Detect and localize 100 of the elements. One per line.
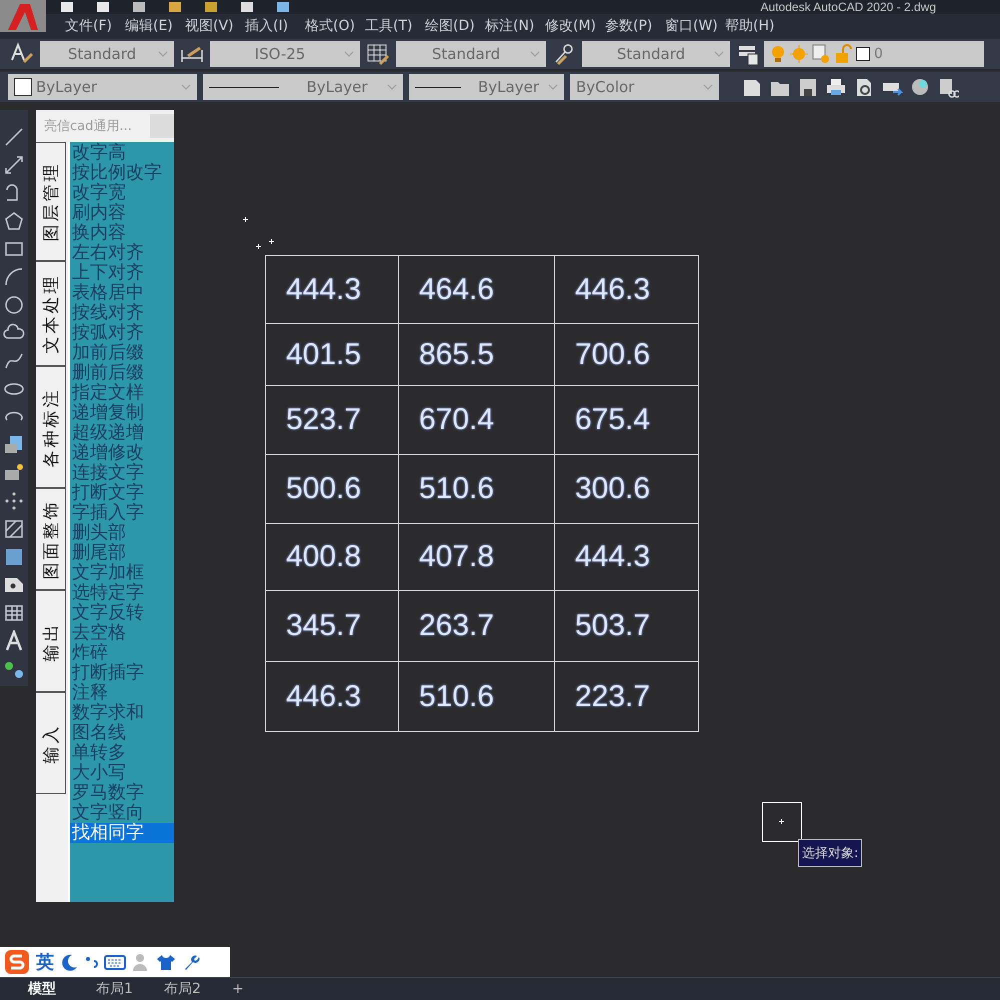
command-item[interactable]: 上下对齐 (70, 263, 174, 283)
command-item[interactable]: 改字宽 (70, 183, 174, 203)
text-icon[interactable] (3, 630, 25, 652)
command-item[interactable]: 连接文字 (70, 463, 174, 483)
command-item[interactable]: 大小写 (70, 763, 174, 783)
command-item[interactable]: 单转多 (70, 743, 174, 763)
palette-title: 亮信cad通用... (44, 118, 132, 135)
command-item[interactable]: 罗马数字 (70, 783, 174, 803)
ime-logo-icon[interactable] (4, 949, 30, 975)
menu-item[interactable]: 编辑(E) (120, 17, 180, 35)
menu-item[interactable]: 窗口(W) (660, 17, 720, 35)
toolbar-icon[interactable] (276, 2, 290, 12)
command-item[interactable]: 炸碎 (70, 643, 174, 663)
printer-icon[interactable] (825, 76, 847, 98)
command-item[interactable]: 指定文样 (70, 383, 174, 403)
property-dropdown[interactable]: ByLayer (409, 74, 564, 100)
table-cell: 401.5 (266, 324, 398, 386)
layout-tab[interactable]: 布局1 (90, 980, 158, 998)
shirt-icon[interactable] (156, 953, 176, 971)
menu-item[interactable]: 格式(O) (300, 17, 360, 35)
table-cell: 700.6 (554, 324, 698, 386)
style-dropdown[interactable]: Standard (582, 41, 730, 67)
command-item[interactable]: 去空格 (70, 623, 174, 643)
command-item[interactable]: 按弧对齐 (70, 323, 174, 343)
caret-icon (158, 50, 168, 58)
table-cell: 300.6 (554, 454, 698, 524)
input-mode[interactable]: 英 (36, 950, 54, 974)
command-item[interactable]: 换内容 (70, 223, 174, 243)
toolbar-icon[interactable] (168, 2, 182, 12)
layout-tab[interactable]: 模型 (22, 980, 90, 998)
menu-item[interactable]: 文件(F) (60, 17, 120, 35)
pentagon-icon[interactable] (3, 210, 25, 232)
table-cell: 464.6 (398, 256, 554, 324)
style-dropdown[interactable]: ISO-25 (210, 41, 360, 67)
menu-item[interactable]: 绘图(D) (420, 17, 480, 35)
table-style-icon[interactable] (366, 42, 390, 66)
table-cell: 446.3 (554, 256, 698, 324)
command-item[interactable]: 删前后缀 (70, 363, 174, 383)
command-item[interactable]: 按比例改字 (70, 163, 174, 183)
command-item[interactable]: 加前后缀 (70, 343, 174, 363)
toolbar-icon[interactable] (60, 2, 74, 12)
command-item[interactable]: 删头部 (70, 523, 174, 543)
menu-item[interactable]: 视图(V) (180, 17, 240, 35)
command-tooltip: 选择对象: (798, 839, 862, 867)
command-item[interactable]: 数字求和 (70, 703, 174, 723)
command-item[interactable]: 左右对齐 (70, 243, 174, 263)
table-cell: 444.3 (266, 256, 398, 324)
command-item[interactable]: 删尾部 (70, 543, 174, 563)
menu-item[interactable]: 插入(I) (240, 17, 300, 35)
hatch-icon[interactable] (3, 518, 25, 540)
arc-icon[interactable] (3, 266, 25, 288)
sphere-icon[interactable] (909, 76, 931, 98)
line-icon[interactable] (3, 126, 25, 148)
gradient-icon[interactable] (3, 546, 25, 568)
command-item[interactable]: 表格居中 (70, 283, 174, 303)
style-dropdown[interactable]: Standard (396, 41, 546, 67)
command-item[interactable]: 刷内容 (70, 203, 174, 223)
property-dropdown[interactable]: ByColor (570, 74, 719, 100)
command-item[interactable]: 递增复制 (70, 403, 174, 423)
property-dropdown[interactable]: ByLayer (203, 74, 403, 100)
command-item[interactable]: 注释 (70, 683, 174, 703)
command-item[interactable]: 递增修改 (70, 443, 174, 463)
command-item[interactable]: 打断文字 (70, 483, 174, 503)
text-style-icon[interactable] (10, 42, 34, 66)
property-dropdown[interactable]: ByLayer (8, 74, 197, 100)
moon-icon[interactable] (60, 953, 78, 971)
toolbar-icon[interactable] (204, 2, 218, 12)
caret-icon (548, 83, 558, 91)
command-item[interactable]: 改字高 (70, 143, 174, 163)
point-icon[interactable] (3, 490, 25, 512)
caret-icon (387, 83, 397, 91)
command-item[interactable]: 文字反转 (70, 603, 174, 623)
command-item[interactable]: 图名线 (70, 723, 174, 743)
command-item[interactable]: 文字加框 (70, 563, 174, 583)
command-item[interactable]: 文字竖向 (70, 803, 174, 823)
menu-item[interactable]: 帮助(H) (720, 17, 780, 35)
toolbar-icon[interactable] (96, 2, 110, 12)
keyboard-icon[interactable] (104, 953, 126, 971)
layer-dropdown[interactable]: 0 (764, 41, 984, 67)
save-icon[interactable] (797, 76, 819, 98)
arrow-line-icon[interactable] (3, 154, 25, 176)
menu-item[interactable]: 修改(M) (540, 17, 600, 35)
style-dropdown[interactable]: Standard (40, 41, 174, 67)
menu-item[interactable]: 参数(P) (600, 17, 660, 35)
sun-icon (790, 45, 808, 63)
circle-icon[interactable] (3, 294, 25, 316)
layout-tab[interactable]: 布局2 (158, 980, 226, 998)
command-item[interactable]: 打断插字 (70, 663, 174, 683)
command-item[interactable]: 找相同字 (70, 823, 174, 843)
layout-tab[interactable]: + (226, 981, 294, 997)
toolbar-icon[interactable] (240, 2, 254, 12)
block-icon[interactable] (3, 434, 25, 456)
menu-item[interactable]: 标注(N) (480, 17, 540, 35)
point-marker (243, 217, 248, 222)
toolbar-icon[interactable] (132, 2, 146, 12)
command-item[interactable]: 选特定字 (70, 583, 174, 603)
command-item[interactable]: 按线对齐 (70, 303, 174, 323)
menu-item[interactable]: 工具(T) (360, 17, 420, 35)
command-item[interactable]: 超级递增 (70, 423, 174, 443)
command-item[interactable]: 字插入字 (70, 503, 174, 523)
